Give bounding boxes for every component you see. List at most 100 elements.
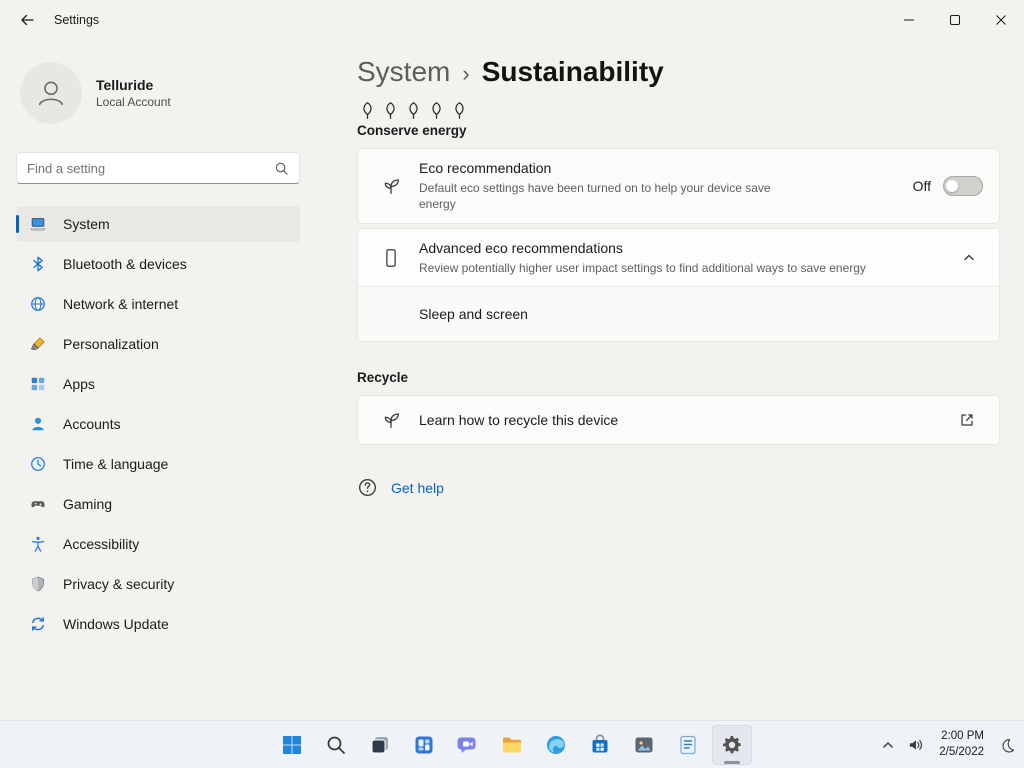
- taskbar-search-button[interactable]: [316, 725, 356, 765]
- moon-icon: [1001, 738, 1014, 752]
- sidebar-item-personalization[interactable]: Personalization: [16, 326, 300, 362]
- sustainability-page: System › Sustainability Conserve energy …: [320, 40, 1024, 720]
- notification-button[interactable]: [994, 725, 1020, 765]
- sidebar-item-bluetooth-devices[interactable]: Bluetooth & devices: [16, 246, 300, 282]
- eco-recommendation-title: Eco recommendation: [419, 160, 552, 176]
- maximize-button[interactable]: [932, 0, 978, 40]
- windows-logo-icon: [283, 736, 301, 754]
- chat-icon: [457, 737, 476, 753]
- conserve-energy-label: Conserve energy: [357, 123, 467, 138]
- back-button[interactable]: [10, 5, 44, 35]
- start-button[interactable]: [272, 725, 312, 765]
- system-tray: 2:00 PM 2/5/2022: [875, 721, 1020, 768]
- search-icon: [275, 162, 288, 175]
- notepad-button[interactable]: [668, 725, 708, 765]
- sidebar-item-label: Network & internet: [63, 296, 179, 312]
- accounts-person-icon: [29, 415, 47, 433]
- user-name: Telluride: [96, 77, 154, 93]
- accessibility-person-icon: [29, 535, 47, 553]
- widgets-button[interactable]: [404, 725, 444, 765]
- sidebar-item-windows-update[interactable]: Windows Update: [16, 606, 300, 642]
- sidebar-item-accounts[interactable]: Accounts: [16, 406, 300, 442]
- advanced-eco-desc: Review potentially higher user impact se…: [419, 260, 866, 275]
- sidebar-item-system[interactable]: System: [16, 206, 300, 242]
- device-icon: [380, 247, 402, 269]
- breadcrumb: System › Sustainability: [357, 56, 1000, 88]
- eco-toggle[interactable]: [943, 176, 983, 197]
- update-arrows-icon: [29, 615, 47, 633]
- store-bag-icon: [592, 734, 608, 753]
- search-box[interactable]: [16, 152, 300, 184]
- search-input[interactable]: [27, 160, 274, 176]
- globe-icon: [29, 295, 47, 313]
- task-view-button[interactable]: [360, 725, 400, 765]
- advanced-eco-header[interactable]: Advanced eco recommendations Review pote…: [358, 229, 999, 288]
- leaf-icon: [386, 101, 395, 119]
- breadcrumb-current: Sustainability: [481, 56, 664, 87]
- sidebar-item-network-internet[interactable]: Network & internet: [16, 286, 300, 322]
- paintbrush-icon: [29, 335, 47, 353]
- sidebar-item-accessibility[interactable]: Accessibility: [16, 526, 300, 562]
- shield-icon: [29, 575, 47, 593]
- recycle-sprout-icon: [380, 409, 402, 431]
- notepad-icon: [680, 735, 696, 755]
- photos-icon: [635, 737, 653, 753]
- eco-toggle-state-label: Off: [912, 178, 931, 195]
- sidebar-item-label: Privacy & security: [63, 576, 175, 592]
- folder-icon: [503, 737, 521, 753]
- sidebar-item-label: System: [63, 216, 110, 232]
- open-link-button[interactable]: [951, 404, 983, 436]
- sidebar-item-gaming[interactable]: Gaming: [16, 486, 300, 522]
- edge-icon: [547, 736, 565, 754]
- clock-icon: [29, 455, 47, 473]
- sleep-and-screen-row[interactable]: Sleep and screen: [358, 287, 999, 342]
- back-arrow-icon: [21, 14, 34, 26]
- game-controller-icon: [29, 495, 47, 513]
- sidebar-item-apps[interactable]: Apps: [16, 366, 300, 402]
- close-button[interactable]: [978, 0, 1024, 40]
- volume-button[interactable]: [903, 725, 929, 765]
- sidebar-item-label: Apps: [63, 376, 95, 392]
- apps-grid-icon: [29, 375, 47, 393]
- breadcrumb-system[interactable]: System: [357, 56, 450, 88]
- tray-chevron-button[interactable]: [875, 725, 901, 765]
- bluetooth-icon: [29, 255, 47, 273]
- minimize-icon: [904, 19, 914, 21]
- tray-time: 2:00 PM: [941, 730, 984, 743]
- file-explorer-button[interactable]: [492, 725, 532, 765]
- settings-window: Settings Telluride Local Account Find a …: [0, 0, 1024, 768]
- sidebar-item-privacy-security[interactable]: Privacy & security: [16, 566, 300, 602]
- search-magnifier-icon: [327, 736, 345, 754]
- avatar: [20, 62, 82, 124]
- get-help-link[interactable]: Get help: [391, 480, 444, 496]
- sidebar-item-time-language[interactable]: Time & language: [16, 446, 300, 482]
- maximize-icon: [950, 15, 960, 25]
- eco-recommendation-card: Eco recommendation Default eco settings …: [357, 148, 1000, 225]
- taskbar-icons: [272, 721, 752, 768]
- recycle-card[interactable]: Learn how to recycle this device: [357, 395, 1000, 446]
- advanced-eco-card: Advanced eco recommendations Review pote…: [357, 228, 1000, 343]
- clock[interactable]: 2:00 PM 2/5/2022: [931, 725, 992, 765]
- chat-button[interactable]: [448, 725, 488, 765]
- window-title: Settings: [54, 13, 100, 27]
- sidebar-item-label: Accessibility: [63, 536, 140, 552]
- system-icon: [29, 215, 47, 233]
- collapse-button[interactable]: [953, 242, 985, 274]
- minimize-button[interactable]: [886, 0, 932, 40]
- photos-button[interactable]: [624, 725, 664, 765]
- leaf-icon: [409, 101, 418, 119]
- settings-button[interactable]: [712, 725, 752, 765]
- sidebar-item-label: Windows Update: [63, 616, 169, 632]
- sidebar-item-label: Accounts: [63, 416, 121, 432]
- eco-sprout-icon: [380, 175, 402, 197]
- widgets-icon: [415, 736, 433, 754]
- eco-score-leaves: [357, 100, 1000, 121]
- task-view-icon: [371, 737, 388, 754]
- sidebar-item-label: Gaming: [63, 496, 113, 512]
- sidebar-item-label: Time & language: [63, 456, 169, 472]
- edge-button[interactable]: [536, 725, 576, 765]
- user-profile[interactable]: Telluride Local Account: [16, 58, 300, 128]
- store-button[interactable]: [580, 725, 620, 765]
- get-help[interactable]: Get help: [357, 477, 1000, 498]
- speaker-icon: [910, 740, 923, 750]
